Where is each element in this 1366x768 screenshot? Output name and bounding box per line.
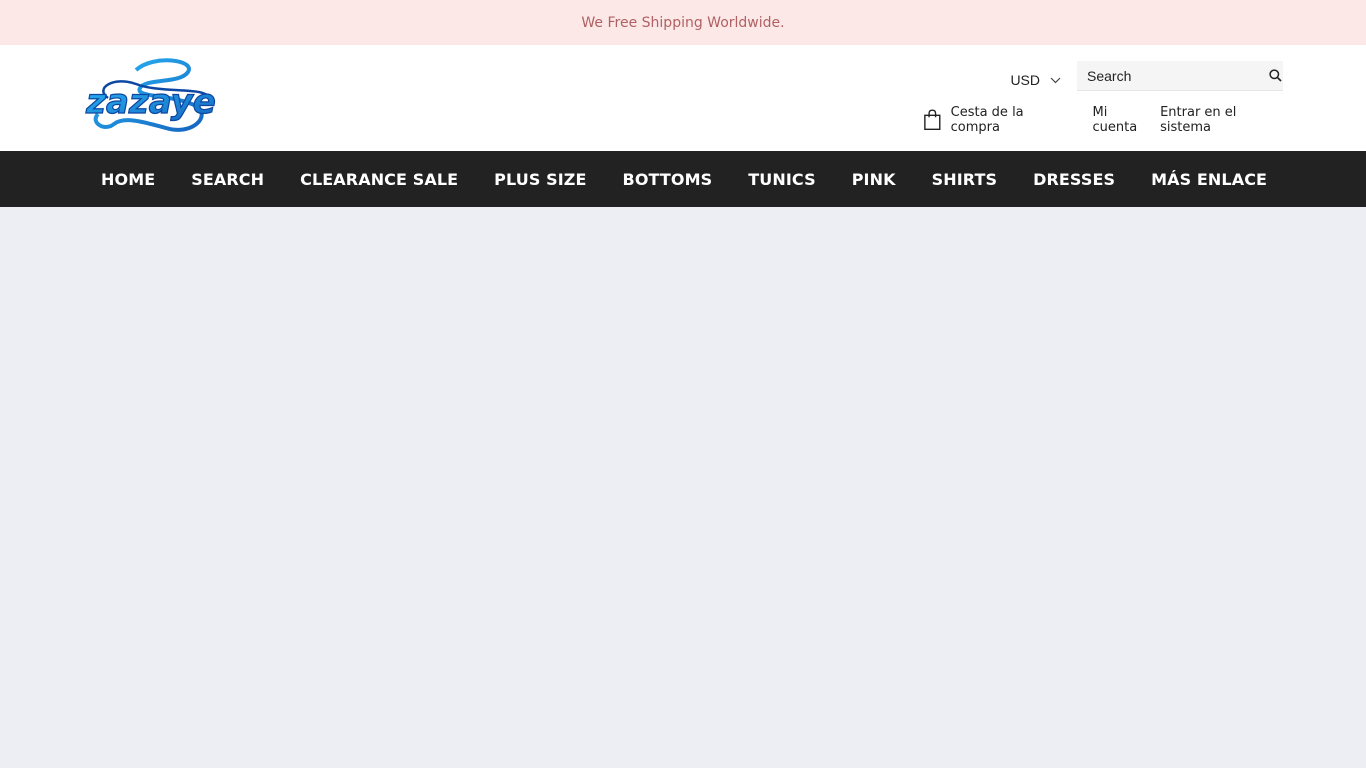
main-nav: HOME SEARCH CLEARANCE SALE PLUS SIZE BOT… [0,151,1366,207]
nav-item-bottoms[interactable]: BOTTOMS [623,170,713,189]
search-box [1077,61,1283,91]
nav-item-pink[interactable]: PINK [852,170,896,189]
nav-item-tunics[interactable]: TUNICS [748,170,815,189]
svg-text:zazaye: zazaye [85,82,216,122]
nav-item-plus-size[interactable]: PLUS SIZE [494,170,586,189]
my-account-link[interactable]: Mi cuenta [1093,105,1153,135]
zazaye-logo-icon: zazaye [85,58,216,132]
site-header: zazaye USD Cesta [0,45,1366,151]
account-links: Cesta de la compra Mi cuenta Entrar en e… [923,105,1283,135]
header-utilities: USD Cesta de la compra Mi [923,61,1283,141]
site-logo[interactable]: zazaye [84,58,219,138]
cart-link[interactable]: Cesta de la compra [923,105,1069,135]
nav-item-clearance-sale[interactable]: CLEARANCE SALE [300,170,458,189]
login-link[interactable]: Entrar en el sistema [1160,105,1283,135]
nav-item-search[interactable]: SEARCH [191,170,264,189]
nav-item-more-links[interactable]: MÁS ENLACE [1151,170,1267,189]
nav-item-dresses[interactable]: DRESSES [1033,170,1115,189]
announcement-bar: We Free Shipping Worldwide. [0,0,1366,45]
currency-selector[interactable]: USD [1010,66,1061,94]
announcement-text: We Free Shipping Worldwide. [581,14,785,31]
nav-item-home[interactable]: HOME [101,170,155,189]
main-content [0,207,1366,768]
cart-label: Cesta de la compra [950,105,1024,135]
search-button[interactable] [1268,61,1283,91]
currency-value: USD [1010,72,1040,88]
chevron-down-icon [1050,77,1061,83]
shopping-bag-icon [924,109,941,131]
search-input[interactable] [1077,61,1268,90]
nav-item-shirts[interactable]: SHIRTS [932,170,998,189]
search-icon [1269,69,1282,82]
